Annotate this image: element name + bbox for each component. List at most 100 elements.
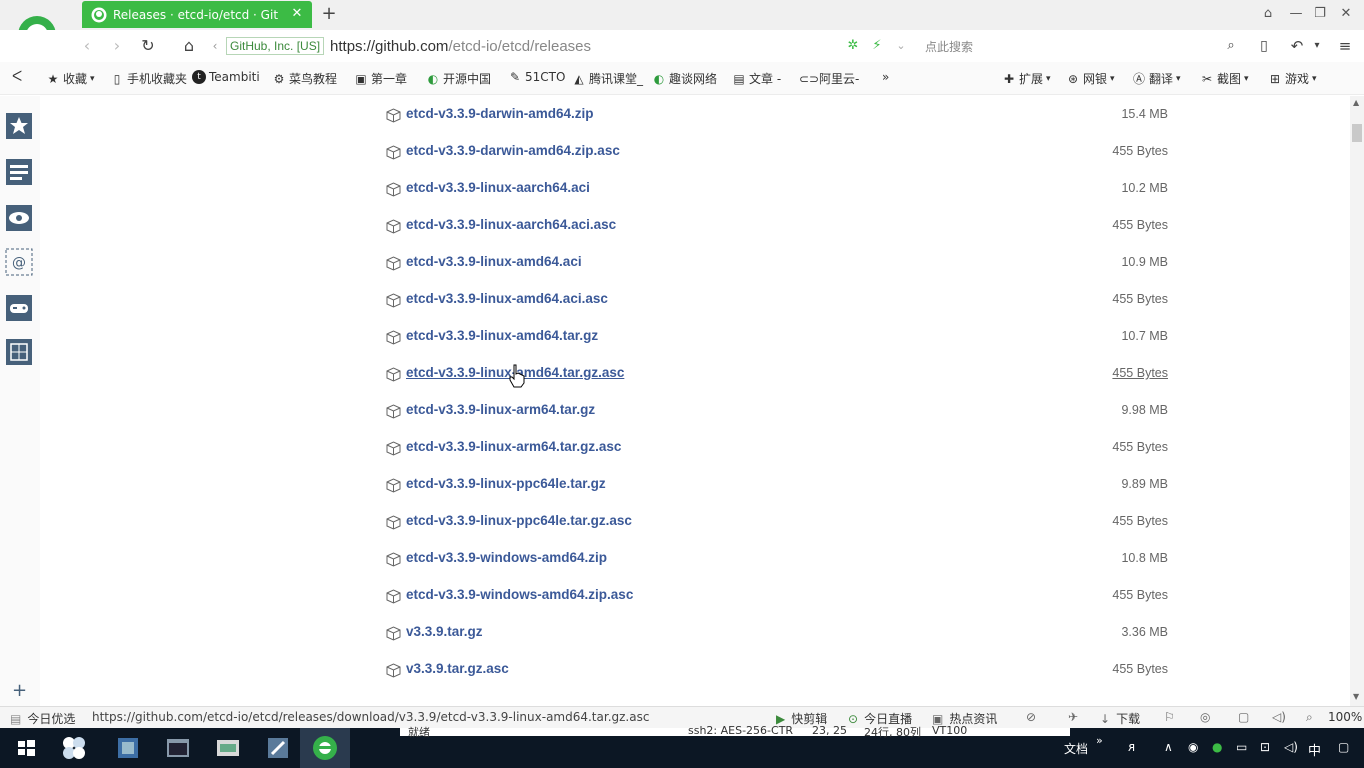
- volume-icon[interactable]: ◁): [1272, 710, 1286, 724]
- games-button[interactable]: ⊞ 游戏 ▾: [1268, 70, 1317, 87]
- favorites-star-icon[interactable]: [5, 112, 33, 140]
- speed-icon[interactable]: ◎: [1200, 710, 1210, 724]
- screenshot-button[interactable]: ✂ 截图 ▾: [1200, 70, 1249, 87]
- network-globe-icon[interactable]: ◉: [1188, 740, 1198, 754]
- windows-start-icon[interactable]: [12, 734, 40, 762]
- asset-row[interactable]: v3.3.9.tar.gz.asc 455 Bytes: [386, 660, 1176, 680]
- asset-row[interactable]: etcd-v3.3.9-windows-amd64.zip.asc 455 Byt…: [386, 586, 1176, 606]
- people-icon[interactable]: ᴙ: [1128, 740, 1135, 754]
- asset-name[interactable]: etcd-v3.3.9-linux-arm64.tar.gz: [406, 402, 595, 417]
- asset-name[interactable]: etcd-v3.3.9-linux-arm64.tar.gz.asc: [406, 439, 621, 454]
- reading-list-icon[interactable]: [5, 158, 33, 186]
- sidebar-toggle-icon[interactable]: ᐸ: [12, 69, 22, 85]
- asset-name[interactable]: etcd-v3.3.9-linux-ppc64le.tar.gz: [406, 476, 606, 491]
- restore-icon[interactable]: ❐: [1310, 5, 1330, 23]
- asset-row[interactable]: etcd-v3.3.9-linux-amd64.aci.asc 455 Bytes: [386, 290, 1176, 310]
- undo-icon[interactable]: ↶: [1286, 36, 1308, 56]
- asset-row[interactable]: etcd-v3.3.9-linux-aarch64.aci.asc 455 Byt…: [386, 216, 1176, 236]
- bookmark-article[interactable]: ▤ 文章 -: [732, 70, 781, 87]
- new-tab-button[interactable]: +: [320, 4, 338, 24]
- bookmark-teambition[interactable]: t Teambiti: [192, 70, 260, 84]
- bookmark-aliyun[interactable]: ⊂⊃ 阿里云-: [799, 70, 859, 87]
- asset-name[interactable]: etcd-v3.3.9-linux-aarch64.aci.asc: [406, 217, 616, 232]
- translate-button[interactable]: Ⓐ 翻译 ▾: [1132, 70, 1181, 87]
- asset-name[interactable]: etcd-v3.3.9-linux-amd64.tar.gz: [406, 328, 598, 343]
- bookmark-tencent[interactable]: ◭ 腾讯课堂_: [572, 70, 643, 87]
- asset-row[interactable]: etcd-v3.3.9-darwin-amd64.zip.asc 455 Byte…: [386, 142, 1176, 162]
- browser-tab[interactable]: Releases · etcd-io/etcd · Git ✕: [82, 1, 312, 28]
- asset-name[interactable]: etcd-v3.3.9-windows-amd64.zip: [406, 550, 607, 565]
- asset-row[interactable]: etcd-v3.3.9-linux-ppc64le.tar.gz 9.89 MB: [386, 475, 1176, 495]
- reload-icon[interactable]: ↻: [137, 36, 159, 56]
- vertical-scrollbar[interactable]: ▲ ▼: [1350, 96, 1364, 706]
- close-tab-icon[interactable]: ✕: [290, 7, 304, 21]
- virtualbox-icon[interactable]: [114, 734, 142, 762]
- asset-row[interactable]: etcd-v3.3.9-linux-arm64.tar.gz.asc 455 By…: [386, 438, 1176, 458]
- asset-row[interactable]: etcd-v3.3.9-linux-aarch64.aci 10.2 MB: [386, 179, 1176, 199]
- pinwheel-app-icon[interactable]: [60, 734, 88, 762]
- dropdown-icon[interactable]: ⌄: [890, 36, 912, 56]
- tray-up-icon[interactable]: ∧: [1164, 740, 1173, 754]
- toolbar-expand-icon[interactable]: »: [1096, 734, 1103, 747]
- undo-menu-icon[interactable]: ▾: [1306, 36, 1328, 56]
- asset-row[interactable]: etcd-v3.3.9-linux-ppc64le.tar.gz.asc 455 …: [386, 512, 1176, 532]
- asset-name[interactable]: etcd-v3.3.9-darwin-amd64.zip: [406, 106, 594, 121]
- browser-tray-icon[interactable]: ●: [1212, 740, 1222, 754]
- bookmark-mobile[interactable]: ▯ 手机收藏夹: [110, 70, 187, 87]
- today-picks[interactable]: ▤ 今日优选: [10, 710, 75, 727]
- asset-row[interactable]: v3.3.9.tar.gz 3.36 MB: [386, 623, 1176, 643]
- scroll-thumb[interactable]: [1352, 124, 1362, 142]
- bookmark-geektime[interactable]: ◐ 趣谈网络: [652, 70, 717, 87]
- pen-tool-icon[interactable]: [264, 734, 292, 762]
- asset-name[interactable]: etcd-v3.3.9-linux-amd64.aci.asc: [406, 291, 608, 306]
- notification-icon[interactable]: ▢: [1338, 740, 1349, 754]
- extensions-button[interactable]: ✚ 扩展 ▾: [1002, 70, 1051, 87]
- asset-name[interactable]: etcd-v3.3.9-linux-aarch64.aci: [406, 180, 590, 195]
- skin-icon[interactable]: ⌂: [1258, 5, 1278, 23]
- asset-row[interactable]: etcd-v3.3.9-linux-amd64.tar.gz 10.7 MB: [386, 327, 1176, 347]
- home-icon[interactable]: ⌂: [178, 36, 200, 56]
- bookmark-51cto[interactable]: ✎ 51CTO: [508, 70, 565, 84]
- asset-name[interactable]: etcd-v3.3.9-windows-amd64.zip.asc: [406, 587, 633, 602]
- email-icon[interactable]: @: [5, 248, 33, 276]
- cleanup-icon[interactable]: ✈: [1068, 710, 1078, 724]
- bookmark-runoob[interactable]: ⚙ 菜鸟教程: [272, 70, 337, 87]
- speaker-icon[interactable]: ◁): [1284, 740, 1298, 754]
- search-icon[interactable]: ⌕: [1220, 36, 1242, 56]
- scroll-down-icon[interactable]: ▼: [1353, 692, 1359, 701]
- menu-icon[interactable]: ≡: [1334, 36, 1356, 56]
- asset-row-hovered[interactable]: etcd-v3.3.9-linux-amd64.tar.gz.asc455 By…: [386, 364, 1176, 388]
- zoom-icon[interactable]: ⌕: [1306, 710, 1313, 725]
- asset-name[interactable]: v3.3.9.tar.gz: [406, 624, 483, 639]
- calculator-icon[interactable]: [5, 338, 33, 366]
- window-icon[interactable]: ▢: [1238, 710, 1249, 724]
- ev-certificate-badge[interactable]: GitHub, Inc. [US]: [226, 37, 325, 55]
- documents-toolbar[interactable]: 文档: [1064, 740, 1088, 757]
- download-button[interactable]: ↓ 下载: [1100, 710, 1140, 727]
- asset-name[interactable]: etcd-v3.3.9-darwin-amd64.zip.asc: [406, 143, 620, 158]
- minimize-icon[interactable]: —: [1286, 5, 1306, 23]
- asset-name[interactable]: v3.3.9.tar.gz.asc: [406, 661, 509, 676]
- asset-name[interactable]: etcd-v3.3.9-linux-amd64.aci: [406, 254, 582, 269]
- bookmark-oschina[interactable]: ◐ 开源中国: [426, 70, 491, 87]
- battery-icon[interactable]: ▭: [1236, 740, 1247, 754]
- gamepad-icon[interactable]: [5, 294, 33, 322]
- asset-row[interactable]: etcd-v3.3.9-linux-arm64.tar.gz 9.98 MB: [386, 401, 1176, 421]
- scroll-up-icon[interactable]: ▲: [1353, 98, 1359, 107]
- asset-row[interactable]: etcd-v3.3.9-windows-amd64.zip 10.8 MB: [386, 549, 1176, 569]
- phone-icon[interactable]: ▯: [1253, 36, 1275, 56]
- search-box-placeholder[interactable]: 点此搜索: [925, 38, 973, 55]
- add-sidebar-item-icon[interactable]: +: [12, 680, 27, 701]
- close-window-icon[interactable]: ✕: [1336, 5, 1356, 23]
- asset-name[interactable]: etcd-v3.3.9-linux-ppc64le.tar.gz.asc: [406, 513, 632, 528]
- eye-icon[interactable]: [5, 204, 33, 232]
- active-taskbar-app[interactable]: [300, 728, 350, 768]
- asset-row[interactable]: etcd-v3.3.9-linux-amd64.aci 10.9 MB: [386, 253, 1176, 273]
- asset-row[interactable]: etcd-v3.3.9-darwin-amd64.zip 15.4 MB: [386, 105, 1176, 125]
- zoom-level[interactable]: 100%: [1328, 710, 1362, 724]
- accelerate-icon[interactable]: ✲: [842, 36, 864, 56]
- bookmark-more[interactable]: »: [882, 70, 889, 84]
- ime-indicator[interactable]: 中: [1308, 740, 1321, 759]
- lightning-icon[interactable]: ⚡: [866, 36, 888, 56]
- forward-icon[interactable]: ›: [106, 36, 128, 56]
